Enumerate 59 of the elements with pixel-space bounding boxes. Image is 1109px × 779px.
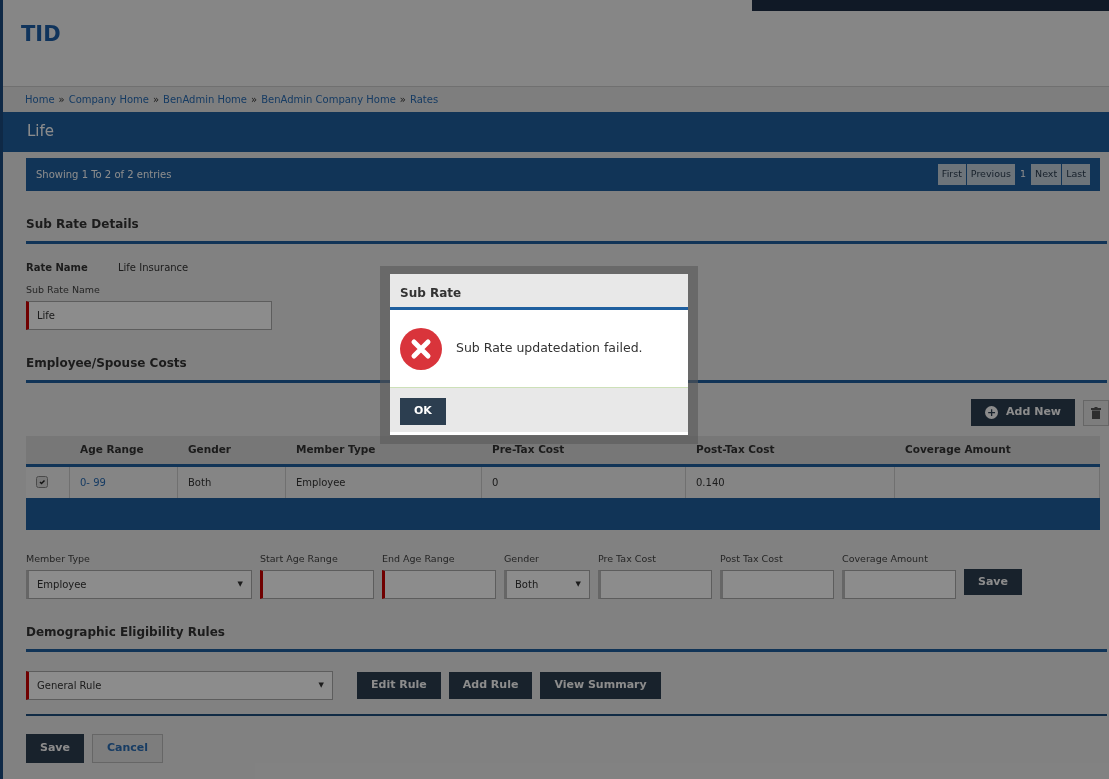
rule-button[interactable]: Add Rule xyxy=(448,672,533,699)
form-button[interactable]: Save xyxy=(26,734,84,763)
save-button[interactable]: Save xyxy=(964,568,1022,595)
field-label: Post Tax Cost xyxy=(720,551,784,566)
text-field[interactable] xyxy=(842,570,956,599)
column-header: Member Type xyxy=(295,441,377,457)
breadcrumb-link[interactable]: Home xyxy=(25,94,55,105)
add-new-button[interactable]: + Add New xyxy=(971,399,1075,426)
column-header: Age Range xyxy=(79,441,145,457)
rule-button[interactable]: Edit Rule xyxy=(357,672,441,699)
section-heading: Sub Rate Details xyxy=(26,215,1107,244)
breadcrumb-link[interactable]: BenAdmin Company Home xyxy=(261,94,396,105)
text-field[interactable] xyxy=(260,570,374,599)
page-title-bar: Life xyxy=(3,112,1109,152)
table-cell-text: Both xyxy=(188,475,212,490)
text-field[interactable] xyxy=(382,570,496,599)
breadcrumb-link[interactable]: BenAdmin Home xyxy=(163,94,247,105)
table-cell-text: 0 xyxy=(492,475,499,490)
text-field[interactable]: Life xyxy=(26,301,272,331)
dialog-title: Sub Rate xyxy=(390,274,688,310)
column-header: Coverage Amount xyxy=(904,441,1012,457)
breadcrumb-separator: » xyxy=(399,94,406,105)
text-field[interactable] xyxy=(598,570,712,599)
field-label: Sub Rate Name xyxy=(26,283,100,297)
text-field[interactable] xyxy=(720,570,834,599)
column-header: Pre-Tax Cost xyxy=(491,441,566,457)
section-heading: Demographic Eligibility Rules xyxy=(26,623,1107,652)
age-range-link[interactable]: 0- 99 xyxy=(80,474,106,490)
column-header: Gender xyxy=(187,441,233,457)
error-icon xyxy=(400,327,442,370)
column-header: Post-Tax Cost xyxy=(695,441,776,457)
ok-button[interactable]: OK xyxy=(400,398,446,425)
field-value: Life Insurance xyxy=(118,261,189,275)
breadcrumb-link[interactable]: Company Home xyxy=(68,94,149,105)
logo: TID xyxy=(21,21,61,48)
breadcrumb-link[interactable]: Rates xyxy=(409,94,439,105)
breadcrumb-separator: » xyxy=(58,94,65,105)
row-checkbox[interactable] xyxy=(36,476,48,489)
field-label: End Age Range xyxy=(382,551,456,566)
plus-icon: + xyxy=(985,406,999,419)
table-cell-text: 0.140 xyxy=(696,475,725,490)
delete-button[interactable] xyxy=(1083,399,1109,426)
pagination-button[interactable]: Next xyxy=(1031,164,1062,185)
field-label: Pre Tax Cost xyxy=(598,551,657,566)
field-label: Member Type xyxy=(26,551,91,566)
breadcrumb-separator: » xyxy=(251,94,258,105)
rule-button[interactable]: View Summary xyxy=(540,672,661,699)
field-label: Rate Name xyxy=(26,261,89,275)
field-label: Start Age Range xyxy=(260,551,339,566)
form-button[interactable]: Cancel xyxy=(92,734,164,763)
trash-icon xyxy=(1091,406,1101,419)
pagination-button[interactable]: First xyxy=(937,164,966,185)
breadcrumb-separator: » xyxy=(152,94,160,105)
table-cell-text: Employee xyxy=(296,475,346,490)
field-label: Gender xyxy=(504,551,540,566)
field-label: Coverage Amount xyxy=(842,551,929,566)
pagination-button[interactable]: Last xyxy=(1062,164,1090,185)
entries-summary: Showing 1 To 2 of 2 entries xyxy=(36,168,172,182)
pagination-button[interactable]: Previous xyxy=(966,164,1015,185)
